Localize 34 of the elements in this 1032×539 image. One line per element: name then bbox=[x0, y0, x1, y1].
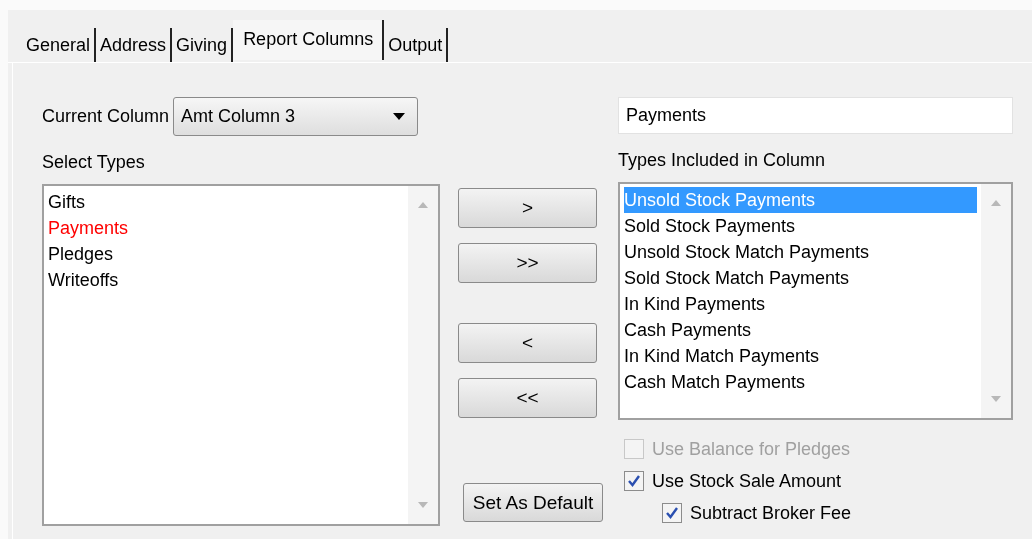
move-button[interactable]: < bbox=[458, 323, 597, 363]
current-column-dropdown[interactable]: Amt Column 3 bbox=[173, 97, 419, 136]
list-item[interactable]: Sold Stock Payments bbox=[624, 213, 981, 239]
list-item[interactable]: In Kind Match Payments bbox=[624, 343, 981, 369]
select-types-label: Select Types bbox=[42, 151, 146, 173]
list-item[interactable]: Unsold Stock Match Payments bbox=[624, 239, 981, 265]
move-button[interactable]: << bbox=[458, 378, 597, 418]
checkbox-label: Subtract Broker Fee bbox=[690, 502, 852, 524]
list-item[interactable]: Payments bbox=[48, 215, 408, 241]
list-item[interactable]: Gifts bbox=[48, 189, 408, 215]
column-name-field[interactable]: Payments bbox=[618, 97, 1013, 134]
scroll-up-icon[interactable] bbox=[418, 202, 428, 208]
checkbox-label: Use Balance for Pledges bbox=[652, 438, 851, 460]
caret-icon bbox=[393, 113, 406, 120]
checkbox-label: Use Stock Sale Amount bbox=[652, 470, 842, 492]
list-item[interactable]: In Kind Payments bbox=[624, 291, 981, 317]
scrollbar[interactable] bbox=[981, 184, 1011, 418]
list-item[interactable]: Cash Payments bbox=[624, 317, 981, 343]
checkbox[interactable] bbox=[662, 503, 682, 523]
types-included-label: Types Included in Column bbox=[618, 149, 827, 171]
move-button[interactable]: > bbox=[458, 188, 597, 228]
scrollbar[interactable] bbox=[408, 186, 438, 524]
scroll-up-icon[interactable] bbox=[991, 200, 1001, 206]
current-column-label: Current Column bbox=[42, 106, 170, 127]
scroll-down-icon[interactable] bbox=[418, 502, 428, 508]
tab[interactable]: Report Columns bbox=[233, 20, 385, 60]
set-default-button[interactable]: Set As Default bbox=[463, 483, 603, 522]
list-item[interactable]: Sold Stock Match Payments bbox=[624, 265, 981, 291]
list-item[interactable]: Cash Match Payments bbox=[624, 369, 981, 395]
list-item[interactable]: Pledges bbox=[48, 241, 408, 267]
checkbox[interactable] bbox=[624, 471, 644, 491]
list-item[interactable]: Writeoffs bbox=[48, 267, 408, 293]
scroll-down-icon[interactable] bbox=[991, 396, 1001, 402]
move-button[interactable]: >> bbox=[458, 243, 597, 283]
